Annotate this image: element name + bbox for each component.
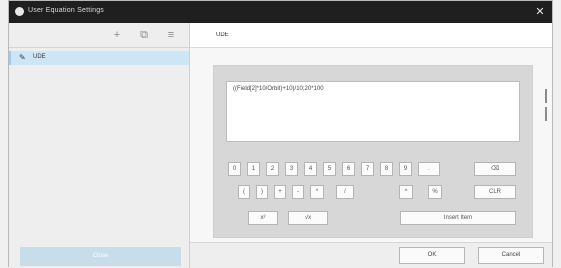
key-9[interactable]: 9 [399, 162, 412, 176]
clear-key[interactable]: CLR [474, 185, 516, 199]
key-percent[interactable]: % [428, 185, 442, 199]
cancel-button[interactable]: Cancel [478, 247, 544, 264]
key-decimal[interactable]: . [418, 162, 440, 176]
key-1[interactable]: 1 [247, 162, 260, 176]
equation-label: UDE [33, 54, 46, 60]
left-action-button[interactable]: Close [20, 247, 181, 266]
key-open-paren[interactable]: ( [238, 185, 250, 199]
key-5[interactable]: 5 [323, 162, 336, 176]
equation-list-panel: + ⧉ ≡ ✎ UDE Close [9, 23, 190, 268]
close-button[interactable]: ✕ [532, 4, 548, 20]
key-2[interactable]: 2 [266, 162, 279, 176]
key-divide[interactable]: / [336, 185, 354, 199]
key-power[interactable]: ^ [399, 185, 413, 199]
copy-icon[interactable]: ⧉ [137, 28, 151, 42]
user-equation-settings-window: User Equation Settings ✕ + ⧉ ≡ ✎ UDE Clo… [8, 0, 553, 268]
scroll-marker [545, 89, 547, 103]
key-7[interactable]: 7 [361, 162, 374, 176]
equation-list: ✎ UDE [9, 51, 189, 65]
key-minus[interactable]: - [292, 185, 304, 199]
key-close-paren[interactable]: ) [256, 185, 268, 199]
equation-name-bar [190, 23, 552, 48]
square-key[interactable]: x² [248, 211, 278, 225]
title-bar: User Equation Settings ✕ [9, 1, 552, 23]
dialog-footer: OK Cancel [190, 242, 552, 268]
expression-editor[interactable]: ((Field[2]*10/Orbit)+10)/10;20*100 [226, 81, 520, 142]
scroll-marker [545, 107, 547, 121]
key-0[interactable]: 0 [228, 162, 241, 176]
pencil-icon: ✎ [19, 53, 26, 62]
ok-button[interactable]: OK [399, 247, 465, 264]
list-toolbar: + ⧉ ≡ [9, 23, 189, 48]
key-4[interactable]: 4 [304, 162, 317, 176]
backspace-key[interactable]: ⌫ [474, 162, 516, 176]
insert-item-button[interactable]: Insert Item [400, 211, 516, 225]
app-icon [15, 7, 24, 16]
equation-editor-panel: ((Field[2]*10/Orbit)+10)/10;20*100 0 1 2… [190, 23, 552, 268]
key-6[interactable]: 6 [342, 162, 355, 176]
window-title: User Equation Settings [28, 7, 104, 14]
equation-calculator: ((Field[2]*10/Orbit)+10)/10;20*100 0 1 2… [213, 65, 533, 238]
menu-icon[interactable]: ≡ [164, 28, 178, 42]
key-8[interactable]: 8 [380, 162, 393, 176]
add-icon[interactable]: + [110, 28, 124, 42]
key-multiply[interactable]: * [310, 185, 324, 199]
key-3[interactable]: 3 [285, 162, 298, 176]
equation-list-item[interactable]: ✎ UDE [9, 51, 189, 65]
sqrt-key[interactable]: √x [288, 211, 328, 225]
key-plus[interactable]: + [274, 185, 286, 199]
equation-name-input[interactable] [216, 28, 446, 41]
